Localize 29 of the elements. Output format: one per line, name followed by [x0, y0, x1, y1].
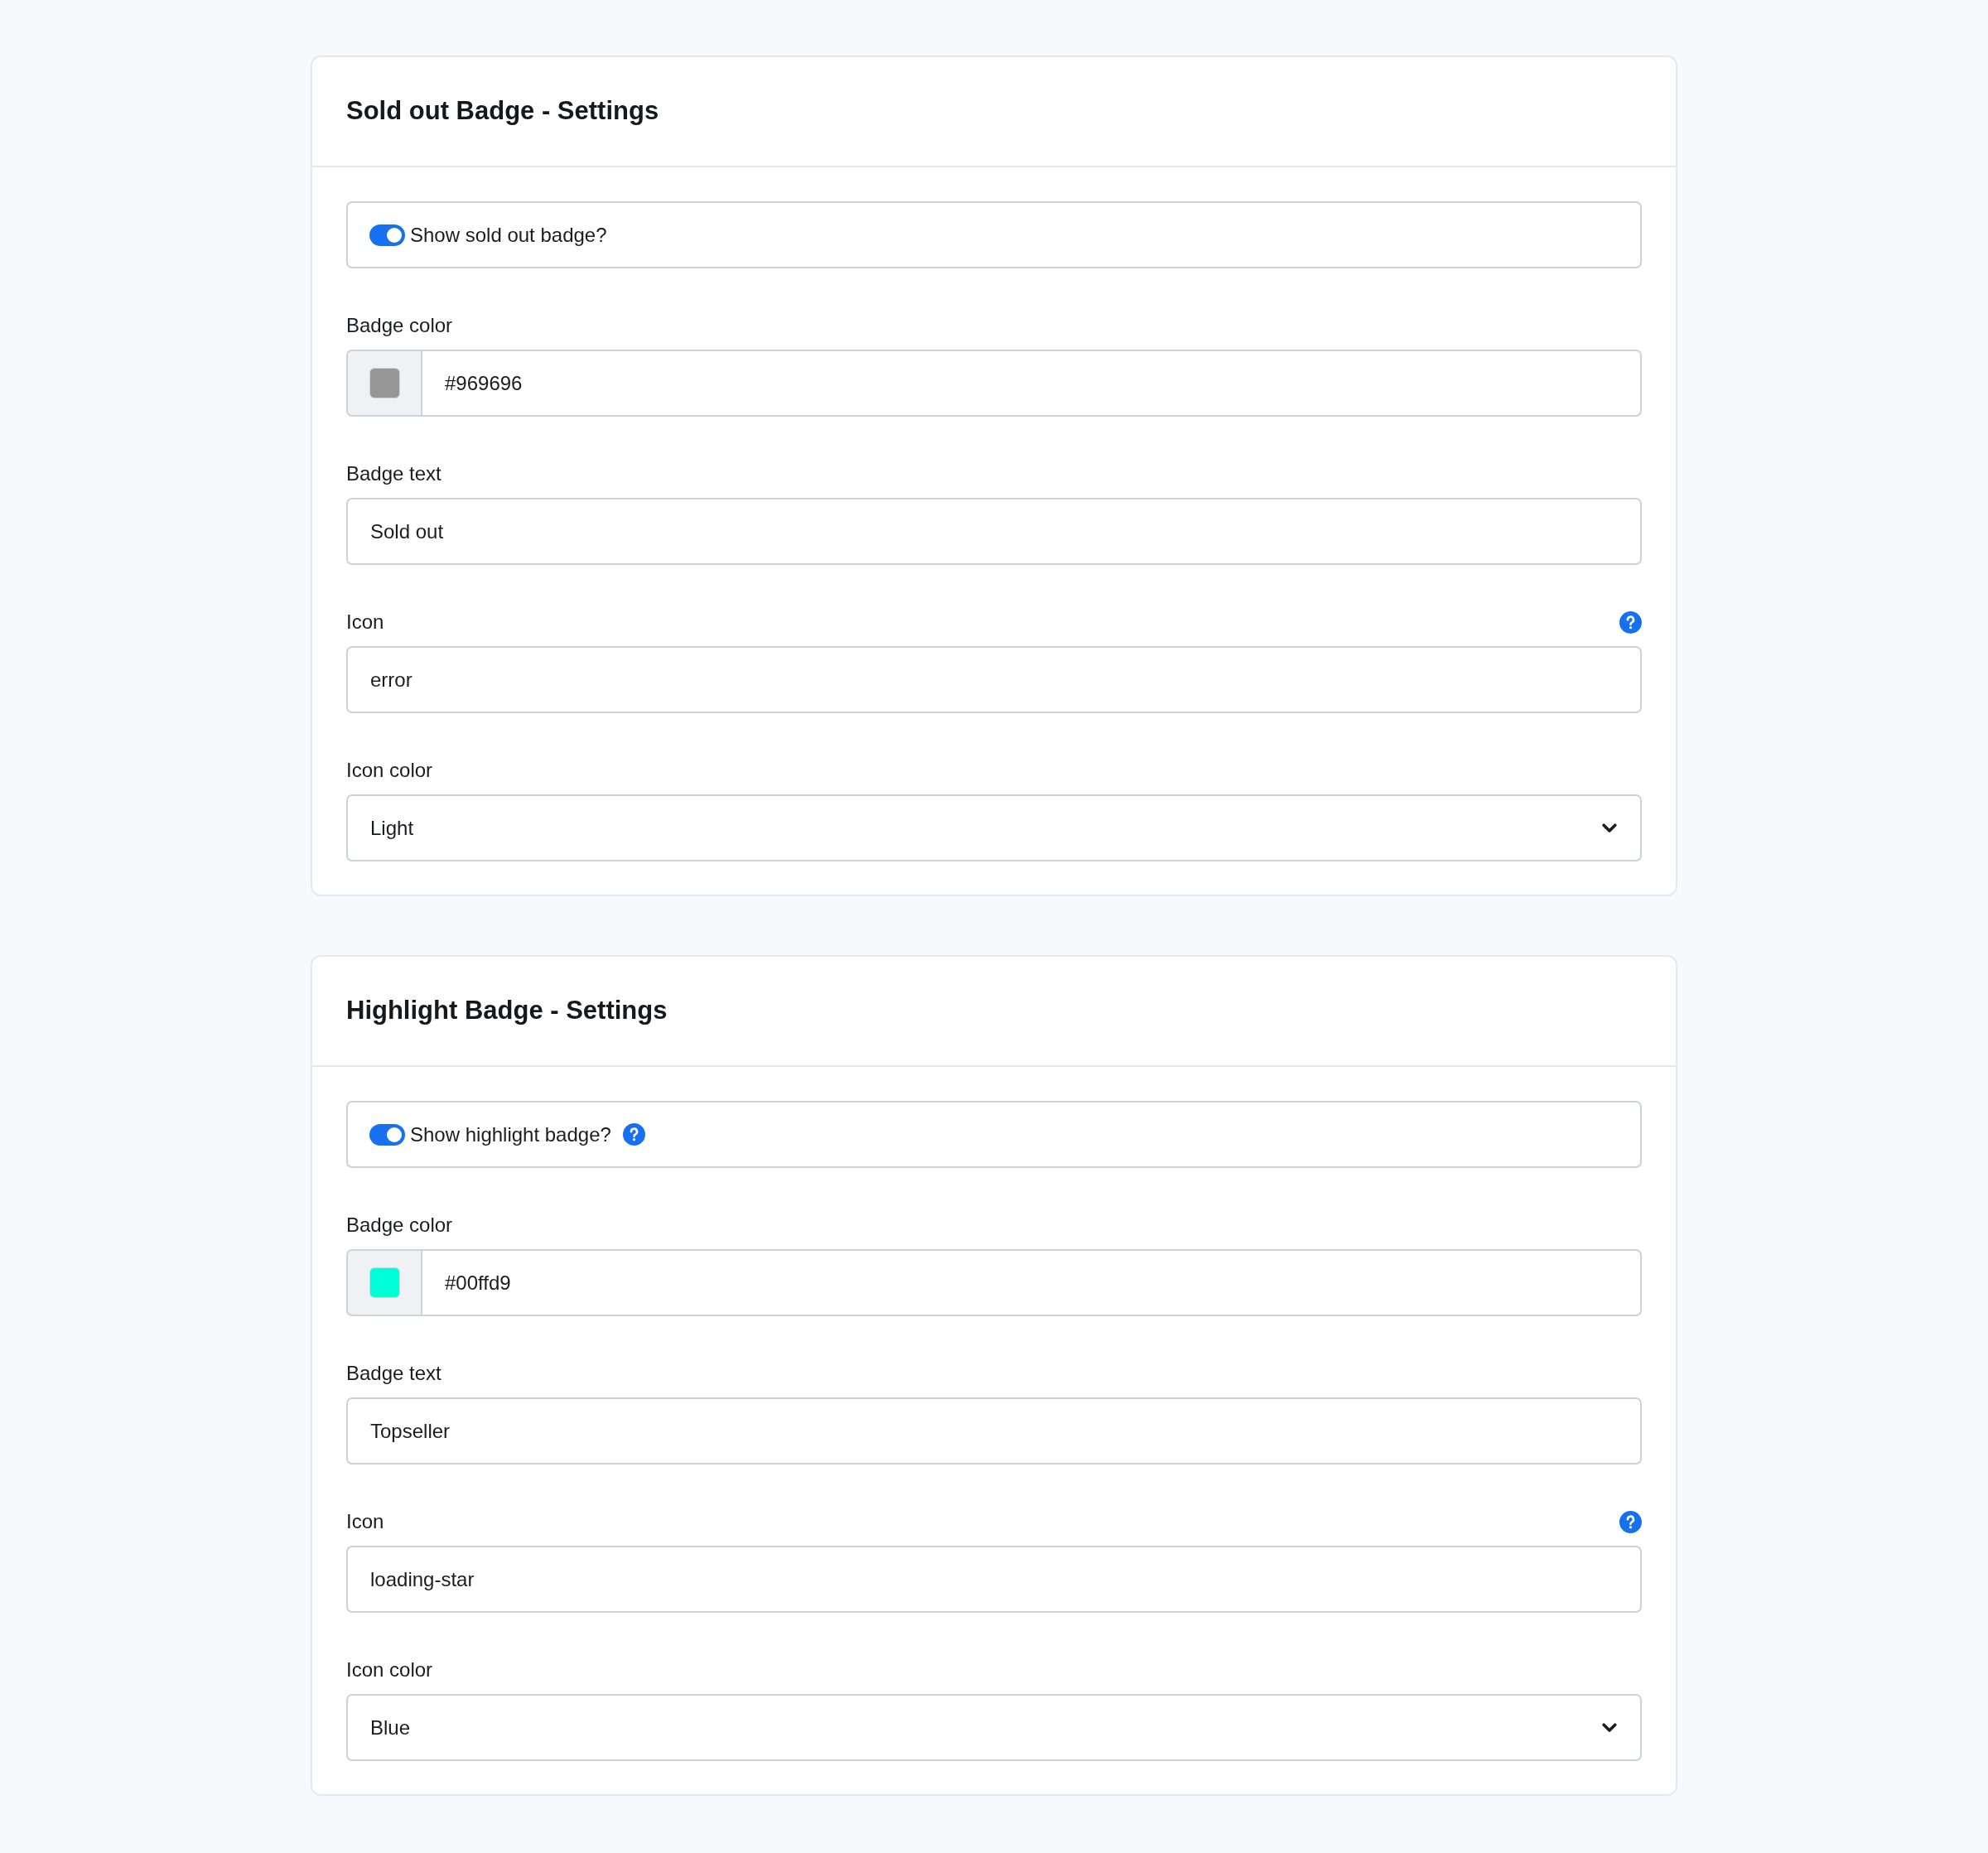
text-input-field[interactable]: Topseller — [346, 1397, 1642, 1465]
field-label: Badge text — [346, 461, 442, 486]
select-dropdown[interactable]: Blue — [346, 1694, 1642, 1761]
chevron-down-icon — [1602, 1722, 1617, 1733]
help-icon[interactable] — [1619, 1510, 1642, 1533]
text-input-field[interactable]: loading-star — [346, 1546, 1642, 1613]
toggle-switch[interactable] — [369, 224, 405, 246]
card-title: Highlight Badge - Settings — [346, 995, 668, 1027]
field-label: Icon color — [346, 1658, 433, 1682]
field-label: Badge color — [346, 1213, 453, 1238]
select-dropdown[interactable]: Light — [346, 794, 1642, 861]
color-picker-button[interactable] — [346, 350, 422, 417]
field-label: Icon color — [346, 758, 433, 783]
chevron-down-icon — [1602, 823, 1617, 833]
color-picker-button[interactable] — [346, 1249, 422, 1316]
field-label: Icon — [346, 1509, 384, 1534]
toggle-label: Show sold out badge? — [410, 222, 607, 248]
color-input-field[interactable]: #969696 — [422, 350, 1642, 417]
field-label: Badge text — [346, 1361, 442, 1386]
toggle-label: Show highlight badge? — [410, 1122, 611, 1147]
card-title: Sold out Badge - Settings — [346, 95, 659, 128]
field-label: Badge color — [346, 313, 453, 338]
help-icon[interactable] — [622, 1123, 645, 1146]
text-input-field[interactable]: error — [346, 646, 1642, 713]
help-icon[interactable] — [1619, 610, 1642, 634]
toggle-switch[interactable] — [369, 1123, 405, 1146]
color-input-field[interactable]: #00ffd9 — [422, 1249, 1642, 1316]
field-label: Icon — [346, 610, 384, 635]
text-input-field[interactable]: Sold out — [346, 498, 1642, 565]
